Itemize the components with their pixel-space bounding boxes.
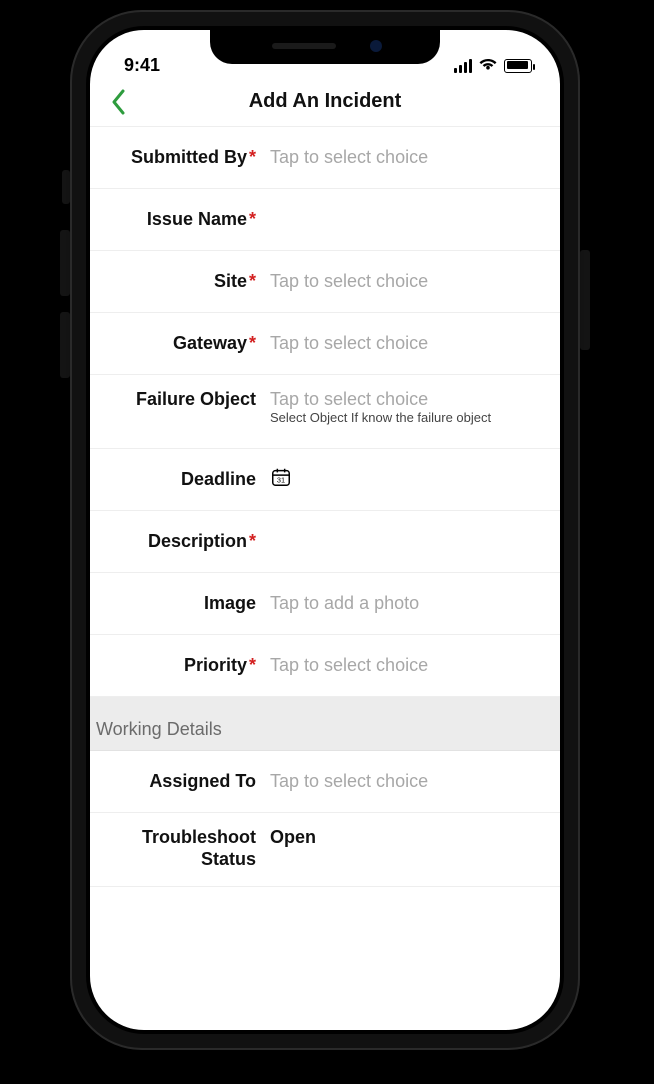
field-image[interactable]: Image Tap to add a photo — [90, 573, 560, 635]
value-troubleshoot-status: Open — [270, 827, 546, 848]
field-site[interactable]: Site* Tap to select choice — [90, 251, 560, 313]
value-image: Tap to add a photo — [270, 593, 546, 614]
section-working-details: Working Details — [90, 697, 560, 751]
field-issue-name[interactable]: Issue Name* — [90, 189, 560, 251]
back-button[interactable] — [104, 87, 134, 117]
value-failure-object: Tap to select choice — [270, 389, 546, 410]
label-assigned-to: Assigned To — [90, 771, 270, 792]
phone-power-button — [580, 250, 590, 350]
field-troubleshoot-status[interactable]: Troubleshoot Status Open — [90, 813, 560, 887]
battery-icon — [504, 59, 532, 73]
label-failure-object: Failure Object — [90, 389, 270, 410]
value-submitted-by: Tap to select choice — [270, 147, 546, 168]
screen: 9:41 — [90, 30, 560, 1030]
phone-mute-switch — [62, 170, 70, 204]
phone-notch — [210, 30, 440, 64]
label-image: Image — [90, 593, 270, 614]
value-site: Tap to select choice — [270, 271, 546, 292]
svg-text:31: 31 — [277, 476, 285, 485]
label-gateway: Gateway* — [90, 333, 270, 354]
value-priority: Tap to select choice — [270, 655, 546, 676]
label-site: Site* — [90, 271, 270, 292]
label-priority: Priority* — [90, 655, 270, 676]
value-assigned-to: Tap to select choice — [270, 771, 546, 792]
hint-failure-object: Select Object If know the failure object — [270, 410, 546, 425]
wifi-icon — [478, 55, 498, 76]
cellular-icon — [454, 59, 472, 73]
phone-volume-down — [60, 312, 70, 378]
field-assigned-to[interactable]: Assigned To Tap to select choice — [90, 751, 560, 813]
label-submitted-by: Submitted By* — [90, 147, 270, 168]
label-deadline: Deadline — [90, 469, 270, 490]
field-deadline[interactable]: Deadline 31 — [90, 449, 560, 511]
incident-form: Submitted By* Tap to select choice Issue… — [90, 126, 560, 887]
field-submitted-by[interactable]: Submitted By* Tap to select choice — [90, 127, 560, 189]
field-gateway[interactable]: Gateway* Tap to select choice — [90, 313, 560, 375]
phone-frame: 9:41 — [70, 10, 580, 1050]
label-troubleshoot-status: Troubleshoot Status — [90, 827, 270, 870]
calendar-icon: 31 — [270, 472, 292, 492]
nav-bar: Add An Incident — [90, 78, 560, 126]
field-description[interactable]: Description* — [90, 511, 560, 573]
label-issue-name: Issue Name* — [90, 209, 270, 230]
field-failure-object[interactable]: Failure Object Tap to select choice Sele… — [90, 375, 560, 449]
status-time: 9:41 — [124, 55, 160, 76]
value-gateway: Tap to select choice — [270, 333, 546, 354]
chevron-left-icon — [111, 89, 127, 115]
label-description: Description* — [90, 531, 270, 552]
page-title: Add An Incident — [249, 90, 402, 113]
phone-volume-up — [60, 230, 70, 296]
field-priority[interactable]: Priority* Tap to select choice — [90, 635, 560, 697]
